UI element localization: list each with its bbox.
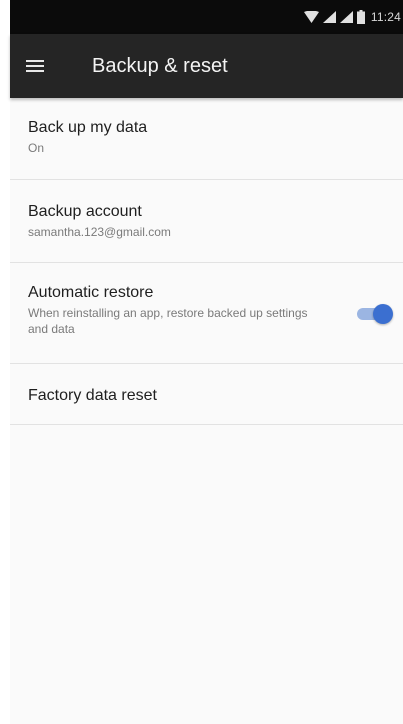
signal-icon [322,11,336,23]
toggle-thumb [373,304,393,324]
pref-summary: On [28,141,45,155]
pref-automatic-restore[interactable]: Automatic restore When reinstalling an a… [10,263,403,364]
backup-reset-screen: 11:24 Backup & reset Back up my data On … [0,0,403,724]
hamburger-menu-icon[interactable] [26,49,60,83]
status-bar: 11:24 [10,0,403,34]
pref-factory-data-reset[interactable]: Factory data reset [10,364,403,425]
pref-summary: samantha.123@gmail.com [28,225,171,239]
battery-icon [356,10,365,24]
automatic-restore-toggle[interactable] [355,303,393,324]
pref-backup-account[interactable]: Backup account samantha.123@gmail.com [10,180,403,263]
pref-summary: When reinstalling an app, restore backed… [28,306,308,336]
pref-title: Factory data reset [28,387,157,404]
status-icons [303,10,365,24]
status-time: 11:24 [370,10,401,24]
wifi-icon [303,11,319,23]
signal-icon [339,11,353,23]
pref-back-up-my-data[interactable]: Back up my data On [10,98,403,180]
pref-title: Automatic restore [28,284,154,301]
pref-title: Back up my data [28,119,148,136]
pref-title: Backup account [28,203,142,220]
preferences-list: Back up my data On Backup account samant… [10,98,403,724]
page-title: Backup & reset [92,54,228,77]
app-toolbar: Backup & reset [10,34,403,98]
